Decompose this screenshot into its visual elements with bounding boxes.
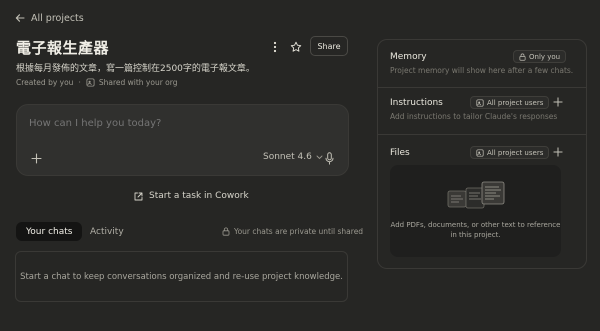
cowork-label: Start a task in Cowork [149,191,249,201]
files-badge-label: All project users [487,148,544,157]
privacy-text: Your chats are private until shared [234,227,364,236]
plus-icon [30,152,42,164]
add-instructions-button[interactable] [550,94,566,110]
memory-subtitle: Project memory will show here after a fe… [390,66,574,75]
plus-icon [553,147,563,157]
memory-title: Memory [390,52,427,62]
document-stack-icon [447,181,507,215]
memory-badge-label: Only you [529,52,561,61]
users-icon [476,148,484,157]
back-link-label: All projects [31,12,84,24]
add-files-button[interactable] [550,144,566,160]
project-description: 根據每月發佈的文章，寫一篇控制在2500字的電子報文章。 [16,64,255,74]
memory-visibility-badge: Only you [513,50,567,63]
start-cowork-task-button[interactable]: Start a task in Cowork [134,191,249,201]
project-meta: Created by you · Shared with your org [16,78,177,87]
arrow-left-icon [15,13,25,23]
back-to-projects-link[interactable]: All projects [15,10,84,26]
more-options-button[interactable] [266,38,284,56]
shared-with-org-text: Shared with your org [98,78,178,87]
voice-input-button[interactable] [322,150,336,166]
model-name: Sonnet 4.6 [263,152,312,162]
files-title: Files [390,148,410,158]
files-visibility-badge: All project users [470,146,550,159]
instructions-visibility-badge: All project users [470,96,550,109]
empty-state-text: Start a chat to keep conversations organ… [20,271,343,282]
lock-icon [519,53,526,61]
panel-divider [377,134,587,135]
model-selector[interactable]: Sonnet 4.6 [263,152,323,162]
lock-icon [222,227,230,236]
meta-separator: · [78,78,81,87]
share-button[interactable]: Share [310,36,348,56]
project-title: 電子報生產器 [16,39,110,57]
files-drop-zone[interactable]: Add PDFs, documents, or other text to re… [390,165,561,257]
created-by-text: Created by you [16,78,74,87]
favorite-button[interactable] [287,38,305,56]
instructions-badge-label: All project users [487,98,544,107]
users-icon [476,98,484,107]
mic-icon [325,151,334,165]
instructions-title: Instructions [390,98,443,108]
tab-activity[interactable]: Activity [90,222,124,241]
instructions-subtitle: Add instructions to tailor Claude's resp… [390,112,558,121]
chats-empty-state: Start a chat to keep conversations organ… [15,251,348,302]
add-attachment-button[interactable] [29,151,43,165]
users-icon [86,78,95,87]
more-vertical-icon [273,41,277,53]
panel-divider [377,87,587,88]
files-drop-text: Add PDFs, documents, or other text to re… [390,221,561,239]
external-link-icon [134,192,143,201]
star-icon [290,41,302,53]
plus-icon [553,97,563,107]
chat-input[interactable] [29,118,329,129]
privacy-note: Your chats are private until shared [222,227,363,236]
chat-composer: Sonnet 4.6 [16,104,349,176]
tab-your-chats[interactable]: Your chats [16,222,83,241]
